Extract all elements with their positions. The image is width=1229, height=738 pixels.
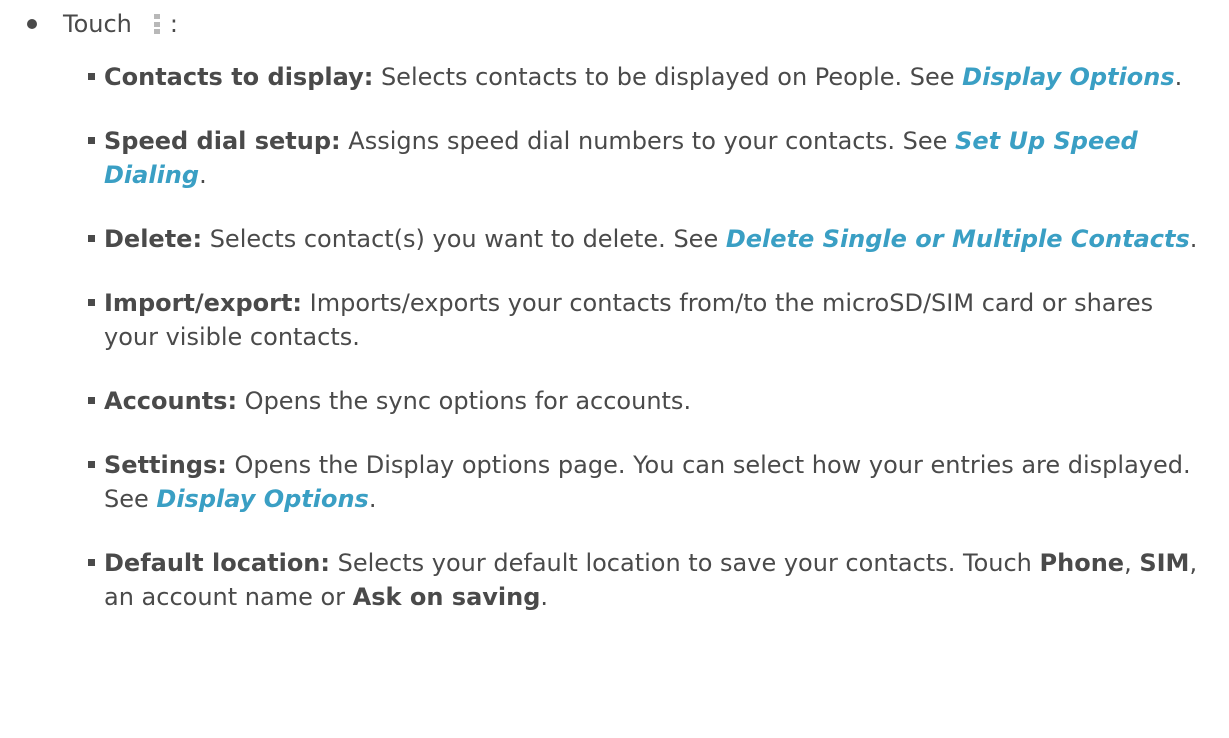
square-bullet (88, 299, 95, 306)
square-bullet (88, 461, 95, 468)
list-item-accounts: Accounts: Opens the sync options for acc… (88, 384, 1198, 418)
item-term: Import/export: (104, 289, 303, 317)
menu-icon (153, 14, 160, 34)
item-term: Accounts: (104, 387, 238, 415)
item-end: . (368, 485, 377, 513)
item-end: . (1174, 63, 1183, 91)
square-bullet (88, 559, 95, 566)
item-term: Default location: (104, 549, 330, 577)
round-bullet (27, 19, 37, 29)
item-end: . (540, 583, 549, 611)
document-page: Touch : Contacts to display: Selects con… (0, 0, 1229, 738)
separator-text: , (1124, 549, 1140, 577)
item-text: Selects contact(s) you want to delete. S… (202, 225, 726, 253)
touch-text: Touch (63, 10, 132, 38)
item-end: . (1189, 225, 1198, 253)
square-bullet (88, 73, 95, 80)
sim-option: SIM (1139, 549, 1190, 577)
display-options-link[interactable]: Display Options (962, 63, 1174, 91)
square-bullet (88, 235, 95, 242)
item-text: Selects contacts to be displayed on Peop… (373, 63, 963, 91)
ask-on-saving-option: Ask on saving (352, 583, 541, 611)
item-term: Settings: (104, 451, 227, 479)
square-bullet (88, 397, 95, 404)
item-text: Selects your default location to save yo… (329, 549, 1040, 577)
item-term: Speed dial setup: (104, 127, 341, 155)
list-item-delete: Delete: Selects contact(s) you want to d… (88, 222, 1198, 256)
item-term: Contacts to display: (104, 63, 374, 91)
list-item-settings: Settings: Opens the Display options page… (88, 448, 1198, 516)
list-item-import-export: Import/export: Imports/exports your cont… (88, 286, 1198, 354)
item-text: Assigns speed dial numbers to your conta… (340, 127, 956, 155)
touch-instruction: Touch : (27, 6, 178, 42)
delete-contacts-link[interactable]: Delete Single or Multiple Contacts (726, 225, 1190, 253)
item-text: Opens the sync options for accounts. (237, 387, 692, 415)
display-options-link[interactable]: Display Options (156, 485, 368, 513)
menu-options-list: Contacts to display: Selects contacts to… (88, 60, 1198, 644)
list-item-default-location: Default location: Selects your default l… (88, 546, 1198, 614)
square-bullet (88, 137, 95, 144)
item-term: Delete: (104, 225, 203, 253)
phone-option: Phone (1039, 549, 1125, 577)
list-item-speed-dial-setup: Speed dial setup: Assigns speed dial num… (88, 124, 1198, 192)
touch-colon: : (169, 10, 178, 38)
item-end: . (199, 161, 207, 189)
list-item-contacts-to-display: Contacts to display: Selects contacts to… (88, 60, 1198, 94)
